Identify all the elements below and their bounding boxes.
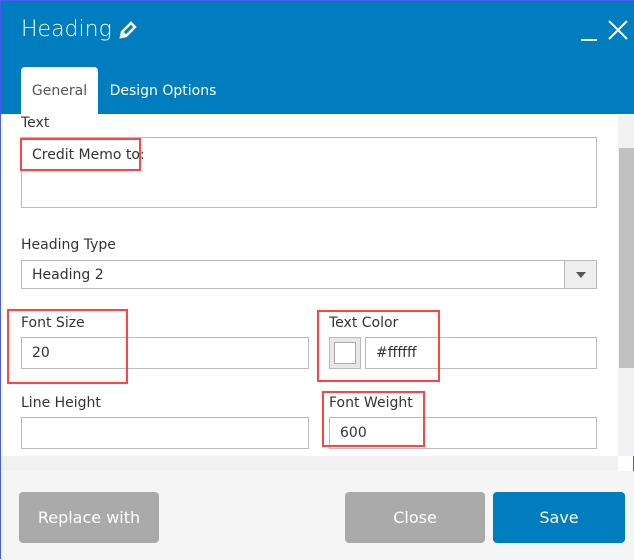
heading-type-value: Heading 2 bbox=[32, 266, 104, 283]
minimize-icon[interactable] bbox=[579, 23, 599, 43]
text-label: Text bbox=[21, 115, 50, 131]
highlight-box bbox=[7, 309, 128, 384]
tab-design-options[interactable]: Design Options bbox=[101, 67, 225, 114]
line-height-label: Line Height bbox=[21, 395, 101, 411]
chevron-down-icon[interactable] bbox=[564, 261, 596, 288]
line-height-input[interactable] bbox=[21, 417, 309, 449]
dialog-title-text: Heading bbox=[21, 17, 112, 42]
replace-with-button[interactable]: Replace with bbox=[19, 492, 159, 543]
save-button[interactable]: Save bbox=[493, 492, 625, 543]
dialog-title: Heading bbox=[21, 17, 138, 42]
heading-type-label: Heading Type bbox=[21, 237, 116, 253]
highlight-box bbox=[317, 310, 440, 382]
pencil-icon[interactable] bbox=[118, 20, 138, 40]
scrollbar-thumb[interactable] bbox=[619, 148, 634, 368]
tab-general[interactable]: General bbox=[21, 67, 98, 114]
close-icon[interactable] bbox=[607, 19, 629, 41]
highlight-box bbox=[20, 138, 141, 171]
vertical-scrollbar[interactable] bbox=[618, 114, 634, 456]
heading-type-select[interactable]: Heading 2 bbox=[21, 260, 597, 289]
close-button[interactable]: Close bbox=[345, 492, 485, 543]
horizontal-scrollbar[interactable] bbox=[1, 456, 618, 471]
highlight-box bbox=[322, 391, 425, 447]
